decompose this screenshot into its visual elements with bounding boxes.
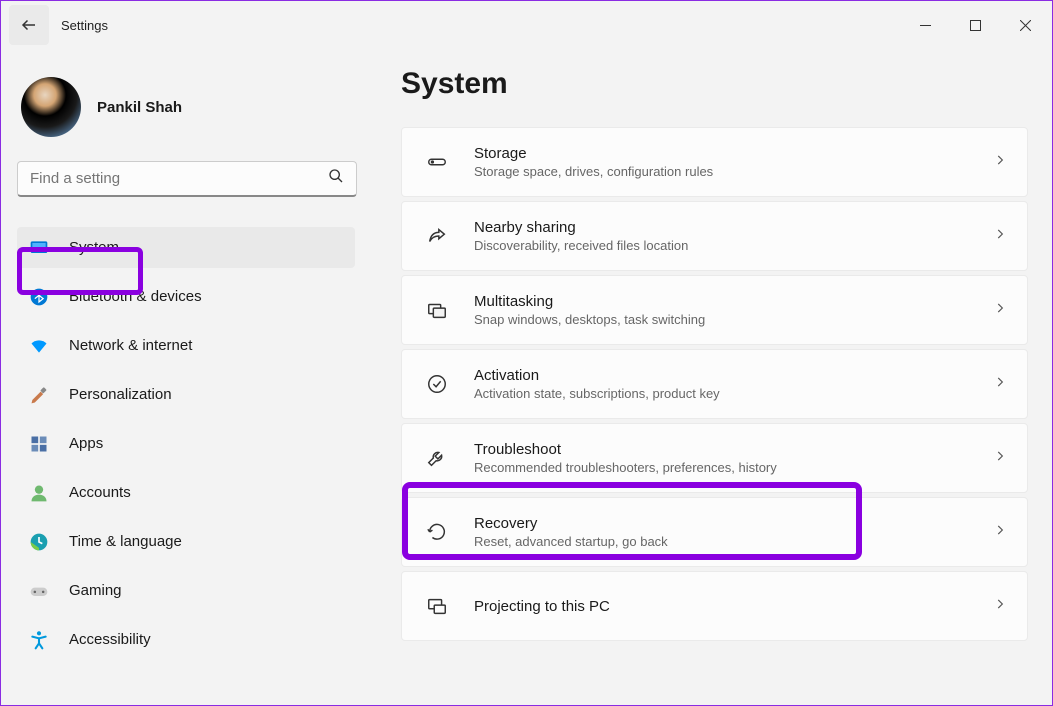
card-projecting-to-this-pc[interactable]: Projecting to this PC xyxy=(401,571,1028,641)
card-subtitle: Activation state, subscriptions, product… xyxy=(474,386,993,401)
project-icon xyxy=(422,595,452,617)
profile-block[interactable]: Pankil Shah xyxy=(17,69,355,161)
time-icon xyxy=(29,532,49,552)
card-multitasking[interactable]: Multitasking Snap windows, desktops, tas… xyxy=(401,275,1028,345)
card-title: Recovery xyxy=(474,515,993,532)
sidebar-item-label: System xyxy=(69,239,119,256)
sidebar-item-label: Apps xyxy=(69,435,103,452)
apps-icon xyxy=(29,434,49,454)
back-button[interactable] xyxy=(9,5,49,45)
activation-icon xyxy=(422,373,452,395)
chevron-right-icon xyxy=(993,153,1007,172)
avatar xyxy=(21,77,81,137)
chevron-right-icon xyxy=(993,449,1007,468)
sidebar-item-apps[interactable]: Apps xyxy=(17,423,355,464)
card-title: Nearby sharing xyxy=(474,219,993,236)
sidebar-item-time-language[interactable]: Time & language xyxy=(17,521,355,562)
maximize-button[interactable] xyxy=(952,9,998,41)
content-pane: System Storage Storage space, drives, co… xyxy=(371,49,1052,705)
card-subtitle: Storage space, drives, configuration rul… xyxy=(474,164,993,179)
card-subtitle: Discoverability, received files location xyxy=(474,238,993,253)
page-title: System xyxy=(401,67,1028,101)
card-subtitle: Snap windows, desktops, task switching xyxy=(474,312,993,327)
sidebar-item-accessibility[interactable]: Accessibility xyxy=(17,619,355,660)
accessibility-icon xyxy=(29,630,49,650)
card-title: Activation xyxy=(474,367,993,384)
chevron-right-icon xyxy=(993,523,1007,542)
chevron-right-icon xyxy=(993,227,1007,246)
card-storage[interactable]: Storage Storage space, drives, configura… xyxy=(401,127,1028,197)
sidebar-item-accounts[interactable]: Accounts xyxy=(17,472,355,513)
search-icon xyxy=(328,168,344,189)
card-recovery[interactable]: Recovery Reset, advanced startup, go bac… xyxy=(401,497,1028,567)
sidebar-item-label: Accessibility xyxy=(69,631,151,648)
app-title: Settings xyxy=(61,18,108,33)
system-icon xyxy=(29,238,49,258)
close-button[interactable] xyxy=(1002,9,1048,41)
search-input[interactable] xyxy=(30,170,328,187)
account-icon xyxy=(29,483,49,503)
troubleshoot-icon xyxy=(422,447,452,469)
share-icon xyxy=(422,225,452,247)
sidebar-item-bluetooth-devices[interactable]: Bluetooth & devices xyxy=(17,276,355,317)
sidebar-item-label: Network & internet xyxy=(69,337,192,354)
card-subtitle: Reset, advanced startup, go back xyxy=(474,534,993,549)
card-activation[interactable]: Activation Activation state, subscriptio… xyxy=(401,349,1028,419)
sidebar-item-personalization[interactable]: Personalization xyxy=(17,374,355,415)
brush-icon xyxy=(29,385,49,405)
chevron-right-icon xyxy=(993,597,1007,616)
bluetooth-icon xyxy=(29,287,49,307)
recovery-icon xyxy=(422,521,452,543)
sidebar-item-label: Gaming xyxy=(69,582,122,599)
multitask-icon xyxy=(422,299,452,321)
card-nearby-sharing[interactable]: Nearby sharing Discoverability, received… xyxy=(401,201,1028,271)
card-title: Storage xyxy=(474,145,993,162)
minimize-button[interactable] xyxy=(902,9,948,41)
sidebar-item-network-internet[interactable]: Network & internet xyxy=(17,325,355,366)
sidebar: Pankil Shah System Bluetooth & devices N… xyxy=(1,49,371,705)
gaming-icon xyxy=(29,581,49,601)
card-subtitle: Recommended troubleshooters, preferences… xyxy=(474,460,993,475)
card-troubleshoot[interactable]: Troubleshoot Recommended troubleshooters… xyxy=(401,423,1028,493)
sidebar-item-gaming[interactable]: Gaming xyxy=(17,570,355,611)
user-name: Pankil Shah xyxy=(97,99,182,116)
wifi-icon xyxy=(29,336,49,356)
search-box[interactable] xyxy=(17,161,357,197)
sidebar-item-label: Personalization xyxy=(69,386,172,403)
card-title: Projecting to this PC xyxy=(474,598,993,615)
sidebar-item-label: Accounts xyxy=(69,484,131,501)
storage-icon xyxy=(422,151,452,173)
card-title: Troubleshoot xyxy=(474,441,993,458)
sidebar-item-system[interactable]: System xyxy=(17,227,355,268)
chevron-right-icon xyxy=(993,301,1007,320)
sidebar-item-label: Bluetooth & devices xyxy=(69,288,202,305)
sidebar-item-label: Time & language xyxy=(69,533,182,550)
chevron-right-icon xyxy=(993,375,1007,394)
card-title: Multitasking xyxy=(474,293,993,310)
